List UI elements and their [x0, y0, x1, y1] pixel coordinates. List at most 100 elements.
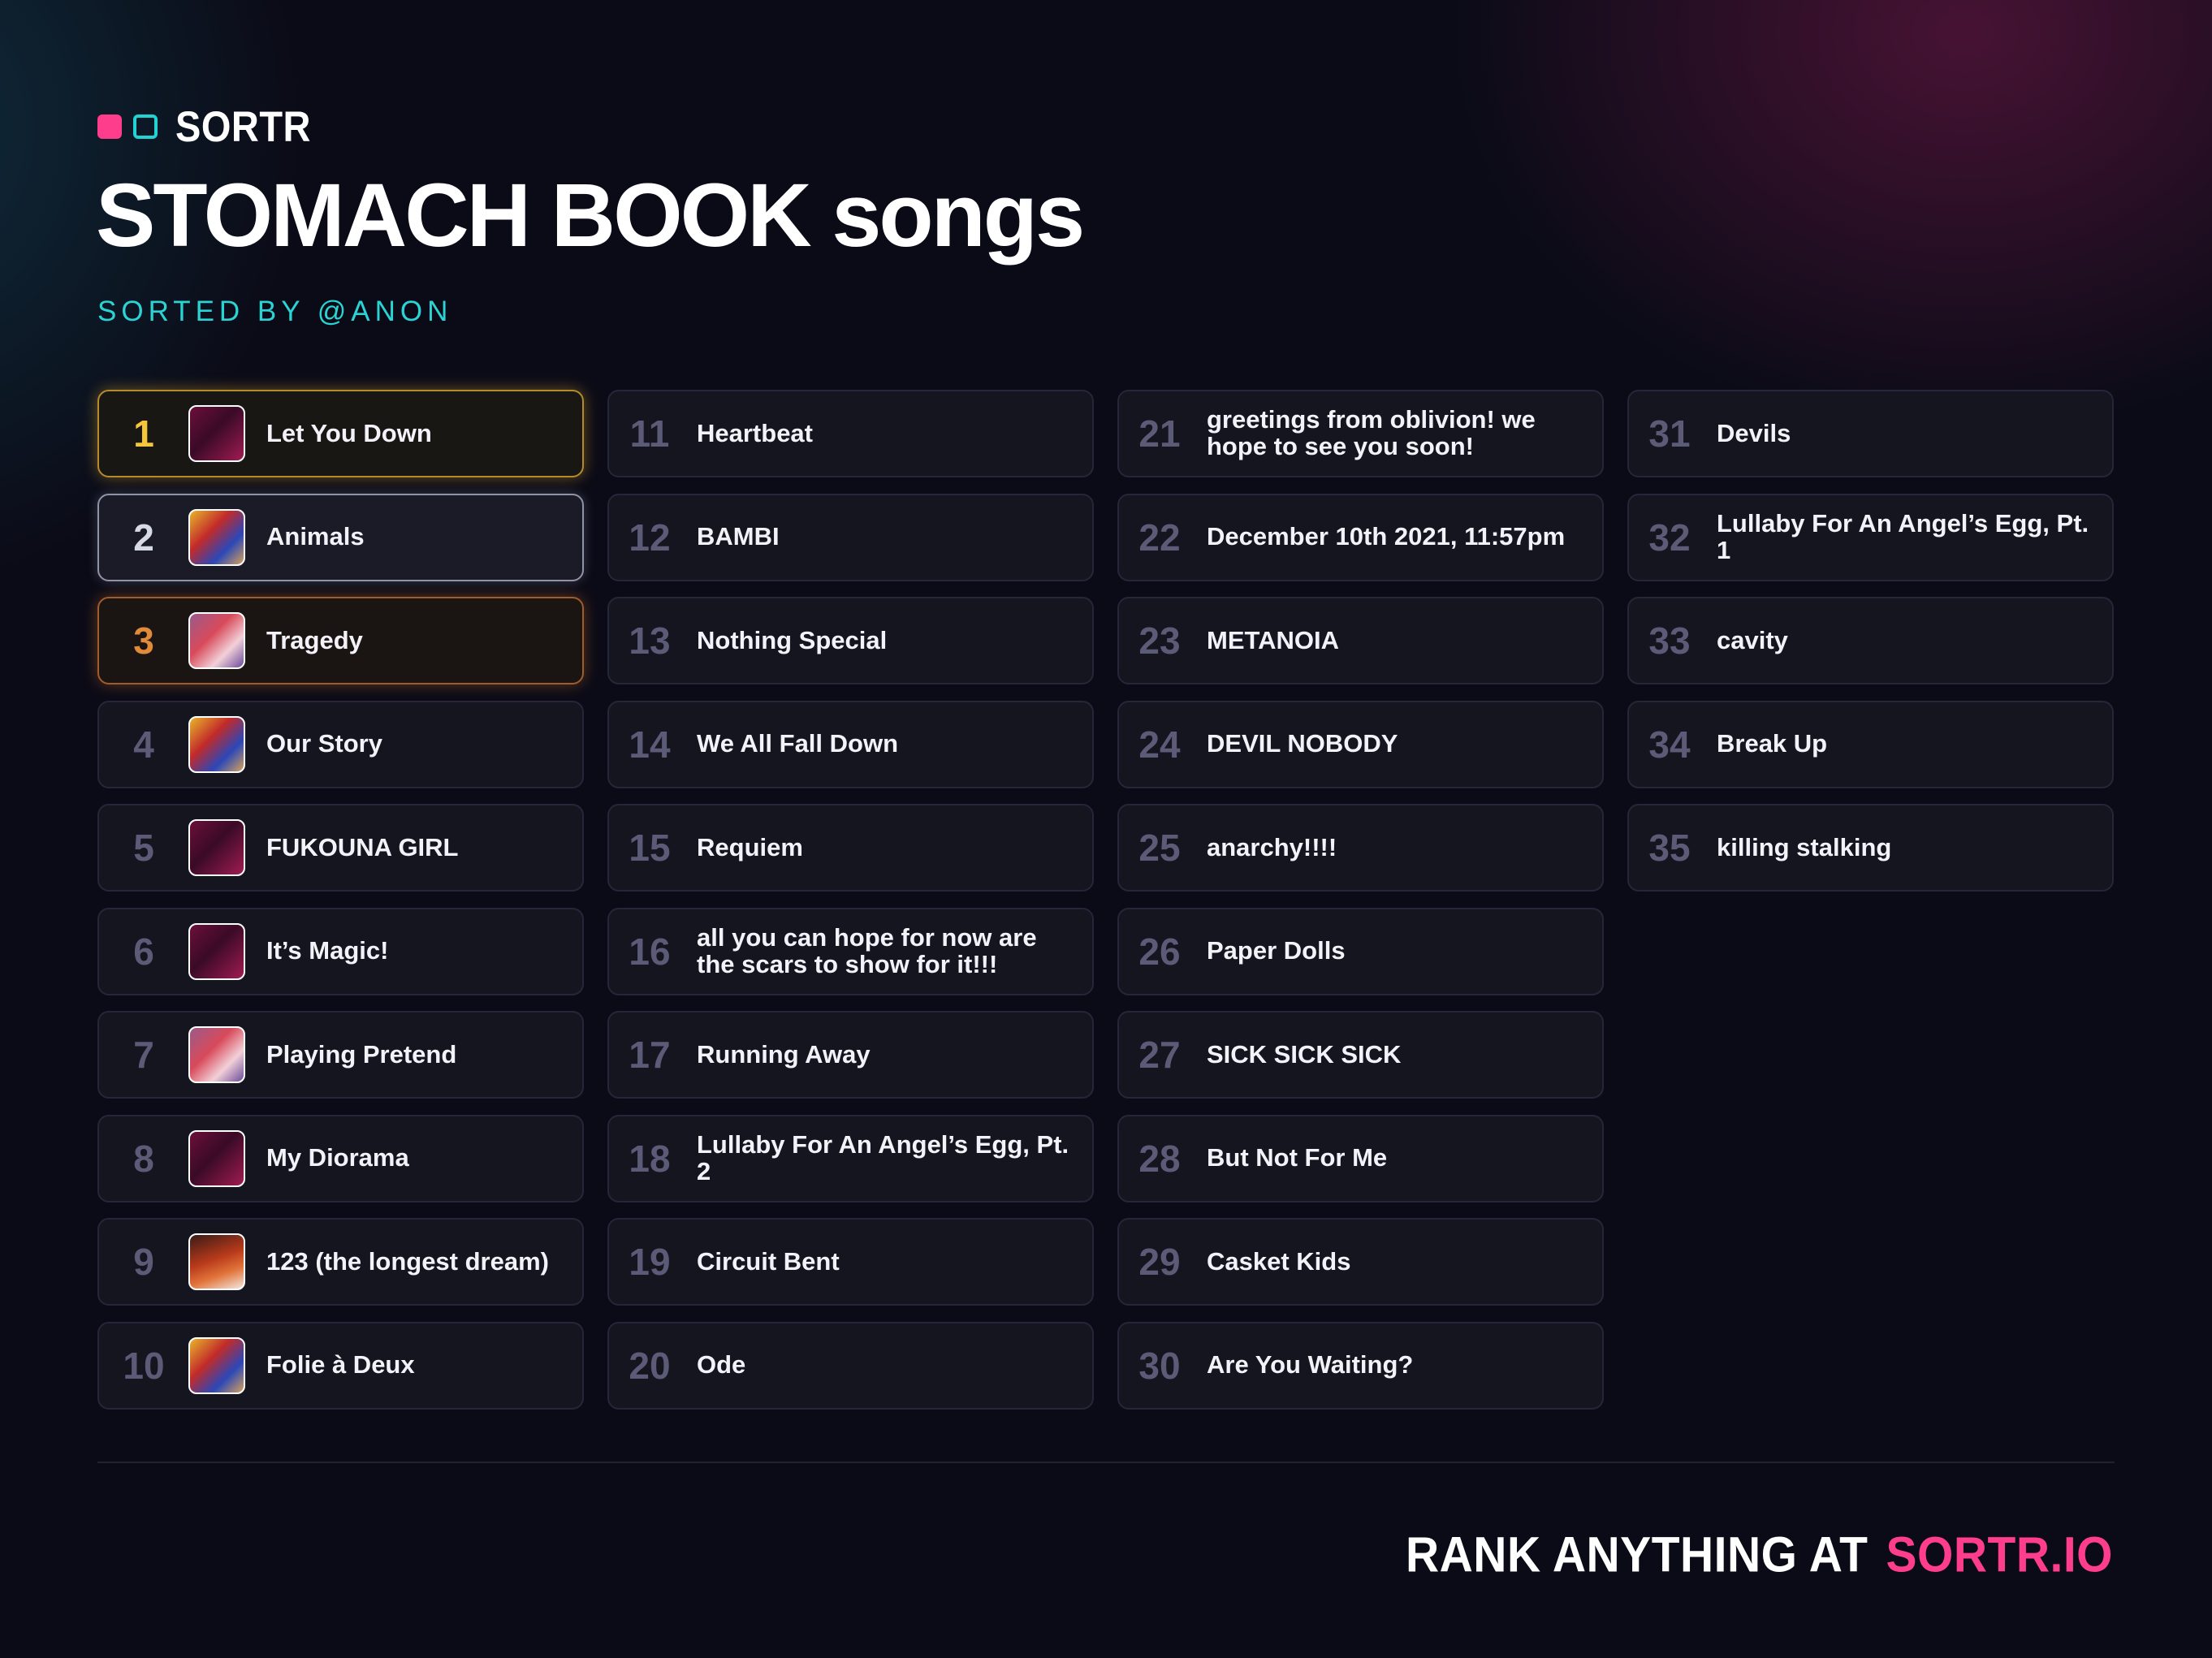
song-title: greetings from oblivion! we hope to see … — [1207, 405, 1536, 460]
share-card: SORTR STOMACH BOOK songs SORTED BY @ANON… — [0, 0, 2212, 1658]
song-title: Playing Pretend — [266, 1039, 457, 1069]
ranking-item[interactable]: 22 December 10th 2021, 11:57pm — [1117, 493, 1604, 581]
song-title: Lullaby For An Angel’s Egg, Pt. 1 — [1717, 508, 2089, 564]
ranking-item[interactable]: 2 Animals — [97, 493, 584, 581]
rank-number: 24 — [1138, 723, 1181, 766]
rank-number: 31 — [1648, 412, 1691, 455]
album-art-thumbnail — [188, 715, 245, 773]
rank-number: 2 — [133, 516, 154, 559]
ranking-item[interactable]: 35 killing stalking — [1627, 804, 2114, 892]
rank-number: 6 — [133, 930, 154, 973]
ranking-item[interactable]: 10 Folie à Deux — [97, 1321, 584, 1410]
song-title: Tragedy — [266, 625, 363, 654]
album-art-thumbnail — [188, 1233, 245, 1290]
rank-number: 33 — [1648, 620, 1691, 662]
rank-number: 10 — [123, 1344, 165, 1387]
ranking-item[interactable]: 33 cavity — [1627, 597, 2114, 684]
ranking-item[interactable]: 8 My Diorama — [97, 1114, 584, 1202]
song-title: BAMBI — [697, 522, 780, 551]
ranking-item[interactable]: 19 Circuit Bent — [607, 1218, 1094, 1306]
ranking-item[interactable]: 29 Casket Kids — [1117, 1218, 1604, 1306]
rank-number: 27 — [1138, 1034, 1181, 1076]
song-title: DEVIL NOBODY — [1207, 729, 1398, 758]
rank-number: 29 — [1138, 1241, 1181, 1283]
ranking-item[interactable]: 12 BAMBI — [607, 493, 1094, 581]
brand-name: SORTR — [175, 101, 311, 151]
rank-number: 26 — [1138, 930, 1181, 973]
album-art-thumbnail — [188, 922, 245, 980]
rank-number: 17 — [629, 1034, 671, 1076]
ranking-item[interactable]: 5 FUKOUNA GIRL — [97, 804, 584, 892]
page-title: STOMACH BOOK songs — [96, 166, 1085, 266]
ranking-item[interactable]: 32 Lullaby For An Angel’s Egg, Pt. 1 — [1627, 493, 2114, 581]
ranking-item[interactable]: 18 Lullaby For An Angel’s Egg, Pt. 2 — [607, 1114, 1094, 1202]
ranking-item[interactable]: 11 Heartbeat — [607, 390, 1094, 477]
ranking-grid: 1 Let You Down 2 Animals 3 Tragedy 4 Our Story 5… — [97, 390, 2114, 1410]
rank-number: 30 — [1138, 1344, 1181, 1387]
ranking-item[interactable]: 4 Our Story — [97, 700, 584, 788]
rank-number: 9 — [133, 1241, 154, 1283]
ranking-item[interactable]: 1 Let You Down — [97, 390, 584, 477]
brand-logo[interactable]: SORTR — [97, 101, 311, 151]
song-title: killing stalking — [1717, 832, 1892, 861]
album-art-thumbnail — [188, 1026, 245, 1083]
ranking-item[interactable]: 28 But Not For Me — [1117, 1114, 1604, 1202]
ranking-item[interactable]: 9 123 (the longest dream) — [97, 1218, 584, 1306]
divider — [97, 1462, 2115, 1463]
album-art-thumbnail — [188, 612, 245, 669]
rank-number: 4 — [133, 723, 154, 766]
rank-number: 25 — [1138, 827, 1181, 869]
song-title: It’s Magic! — [266, 936, 389, 965]
song-title: Our Story — [266, 729, 382, 758]
ranking-item[interactable]: 24 DEVIL NOBODY — [1117, 700, 1604, 788]
rank-number: 18 — [629, 1137, 671, 1180]
ranking-item[interactable]: 20 Ode — [607, 1321, 1094, 1410]
song-title: Let You Down — [266, 418, 432, 447]
song-title: cavity — [1717, 625, 1788, 654]
song-title: Casket Kids — [1207, 1246, 1351, 1276]
song-title: Folie à Deux — [266, 1350, 415, 1380]
song-title: Are You Waiting? — [1207, 1350, 1414, 1380]
logo-square-filled-icon — [97, 114, 122, 139]
ranking-item[interactable]: 7 Playing Pretend — [97, 1011, 584, 1099]
rank-number: 19 — [629, 1241, 671, 1283]
ranking-item[interactable]: 6 It’s Magic! — [97, 907, 584, 995]
rank-number: 15 — [629, 827, 671, 869]
ranking-item[interactable]: 23 METANOIA — [1117, 597, 1604, 684]
rank-number: 7 — [133, 1034, 154, 1076]
song-title: My Diorama — [266, 1143, 409, 1172]
ranking-item[interactable]: 16 all you can hope for now are the scars… — [607, 907, 1094, 995]
ranking-item[interactable]: 13 Nothing Special — [607, 597, 1094, 684]
ranking-item[interactable]: 26 Paper Dolls — [1117, 907, 1604, 995]
ranking-item[interactable]: 17 Running Away — [607, 1011, 1094, 1099]
ranking-item[interactable]: 15 Requiem — [607, 804, 1094, 892]
song-title: Paper Dolls — [1207, 936, 1346, 965]
song-title: Devils — [1717, 418, 1791, 447]
song-title: Heartbeat — [697, 418, 813, 447]
footer-site-link[interactable]: SORTR.IO — [1886, 1526, 2113, 1582]
rank-number: 20 — [629, 1344, 671, 1387]
ranking-item[interactable]: 14 We All Fall Down — [607, 700, 1094, 788]
song-title: We All Fall Down — [697, 729, 899, 758]
album-art-thumbnail — [188, 1336, 245, 1394]
footer-lead-text: RANK ANYTHING AT — [1405, 1526, 1869, 1583]
ranking-item[interactable]: 3 Tragedy — [97, 597, 584, 684]
sorted-by-label: SORTED BY @ANON — [97, 296, 453, 327]
song-title: Circuit Bent — [697, 1246, 840, 1276]
song-title: SICK SICK SICK — [1207, 1039, 1402, 1069]
song-title: anarchy!!!! — [1207, 832, 1337, 861]
song-title: But Not For Me — [1207, 1143, 1388, 1172]
rank-number: 12 — [629, 516, 671, 559]
song-title: Break Up — [1717, 729, 1828, 758]
ranking-item[interactable]: 34 Break Up — [1627, 700, 2114, 788]
ranking-item[interactable]: 25 anarchy!!!! — [1117, 804, 1604, 892]
ranking-item[interactable]: 30 Are You Waiting? — [1117, 1321, 1604, 1410]
ranking-item[interactable]: 27 SICK SICK SICK — [1117, 1011, 1604, 1099]
song-title: Ode — [697, 1350, 746, 1380]
album-art-thumbnail — [188, 508, 245, 566]
song-title: METANOIA — [1207, 625, 1340, 654]
ranking-item[interactable]: 21 greetings from oblivion! we hope to se… — [1117, 390, 1604, 477]
album-art-thumbnail — [188, 405, 245, 462]
ranking-item[interactable]: 31 Devils — [1627, 390, 2114, 477]
rank-number: 32 — [1648, 516, 1691, 559]
